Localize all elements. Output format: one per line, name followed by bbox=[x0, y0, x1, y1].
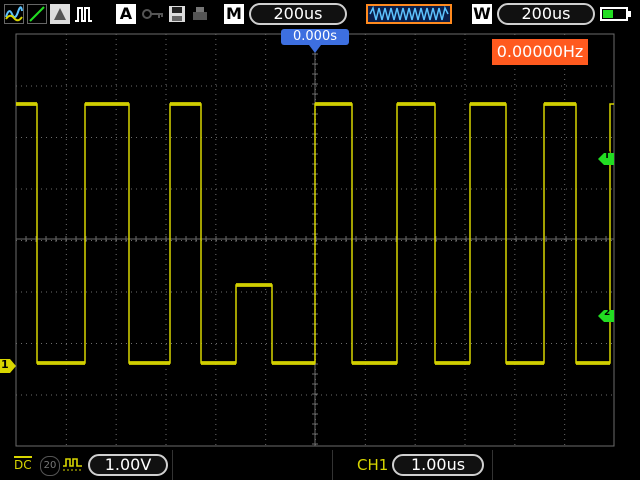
key-icon bbox=[141, 4, 165, 24]
frequency-readout: 0.00000Hz bbox=[492, 39, 588, 65]
cursor-icon[interactable] bbox=[50, 4, 70, 24]
pulse-icon[interactable] bbox=[73, 4, 93, 24]
timebase-display[interactable]: 200us bbox=[249, 3, 347, 25]
scope-screen[interactable] bbox=[0, 0, 640, 480]
bottom-separator bbox=[172, 450, 173, 480]
coupling-dc-icon[interactable]: DC bbox=[14, 456, 32, 472]
auto-icon[interactable]: A bbox=[116, 4, 136, 24]
volts-div-display[interactable]: 1.00V bbox=[88, 454, 168, 476]
trigger-position-marker-icon bbox=[309, 45, 321, 53]
bottom-separator bbox=[332, 450, 333, 480]
ch1-trace-noise bbox=[16, 102, 610, 365]
ch1-ground-marker[interactable]: 1 bbox=[0, 358, 16, 373]
battery-icon bbox=[600, 7, 631, 21]
line-icon[interactable] bbox=[27, 4, 47, 24]
ch2-marker[interactable]: 2 bbox=[598, 307, 614, 322]
channel-label: CH1 bbox=[357, 456, 389, 474]
window-button[interactable]: W bbox=[472, 4, 492, 24]
ch1-trace bbox=[16, 103, 614, 364]
print-icon bbox=[190, 4, 210, 24]
bottom-status-bar: DC 20 1.00V CH1 1.00us bbox=[0, 450, 640, 480]
bottom-separator bbox=[492, 450, 493, 480]
save-icon[interactable] bbox=[167, 4, 187, 24]
trigger-level-marker[interactable]: T bbox=[598, 150, 614, 165]
ch2-marker-label: 2 bbox=[604, 308, 611, 318]
invert-icon[interactable] bbox=[62, 456, 84, 474]
window-timebase-display[interactable]: 200us bbox=[497, 3, 595, 25]
window-waveform-icon[interactable] bbox=[366, 4, 452, 24]
grid bbox=[15, 33, 615, 447]
wave-icon[interactable] bbox=[4, 4, 24, 24]
top-toolbar: A M 200us W 200us bbox=[0, 0, 640, 28]
ch1-marker-label: 1 bbox=[1, 358, 9, 371]
trigger-time-offset[interactable]: 0.000s bbox=[281, 29, 349, 45]
mode-button[interactable]: M bbox=[224, 4, 244, 24]
trigger-level-label: T bbox=[604, 151, 611, 161]
bandwidth-limit-icon[interactable]: 20 bbox=[40, 456, 60, 476]
time-div-display[interactable]: 1.00us bbox=[392, 454, 484, 476]
